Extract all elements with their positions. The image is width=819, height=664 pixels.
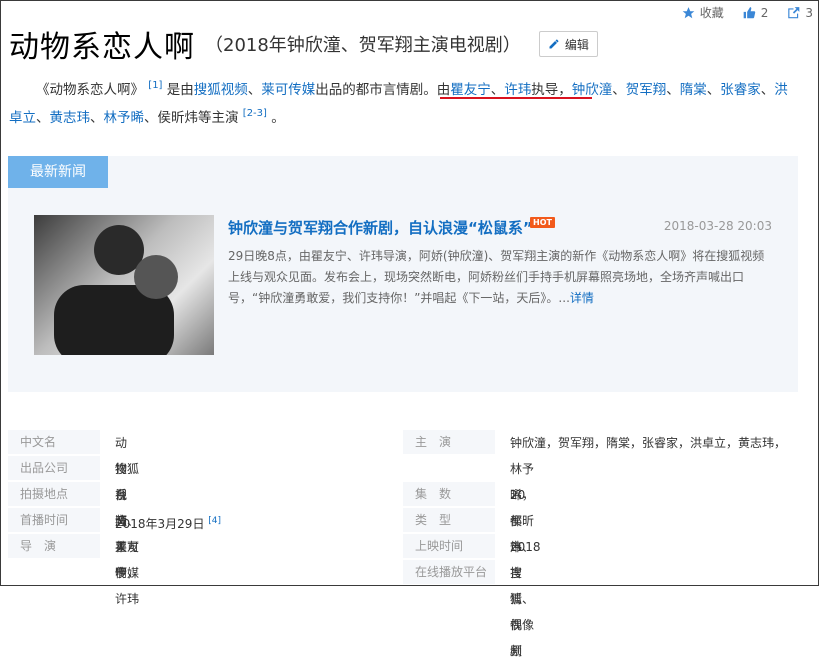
annotation-underline xyxy=(440,97,592,99)
hot-badge: HOT xyxy=(530,217,555,228)
share-icon xyxy=(788,6,800,18)
summary-text: 执导， xyxy=(531,82,572,98)
info-value: 钟欣潼，贺军翔，隋棠，张睿家，洪卓立，黄志玮， xyxy=(510,436,787,450)
info-label: 上映时间 xyxy=(403,534,495,558)
news-date: 2018-03-28 20:03 xyxy=(663,219,772,233)
news-body-text: 29日晚8点，由瞿友宁、许玮导演，阿娇(钟欣潼)、贺军翔主演的新作《动物系恋人啊… xyxy=(228,249,765,305)
info-value: 2018年3月29日 [4] xyxy=(115,508,221,537)
separator: 、 xyxy=(666,82,680,98)
news-tab-bar: 最新新闻 xyxy=(8,156,798,189)
info-value: 20 xyxy=(510,488,526,502)
top-actions: 收藏 2 3 xyxy=(681,4,813,21)
star-icon xyxy=(682,6,695,18)
news-more-link[interactable]: 详情 xyxy=(570,291,594,305)
news-body: 29日晚8点，由瞿友宁、许玮导演，阿娇(钟欣潼)、贺军翔主演的新作《动物系恋人啊… xyxy=(228,246,768,309)
share-count: 3 xyxy=(805,5,813,20)
link-actor-huang[interactable]: 黄志玮 xyxy=(50,110,91,126)
info-label: 出品公司 xyxy=(8,456,100,480)
summary-paragraph: 《动物系恋人啊》 [1] 是由搜狐视频、莱可传媒出品的都市言情剧。由瞿友宁、许玮… xyxy=(9,74,789,130)
edit-button[interactable]: 编辑 xyxy=(538,31,598,57)
title-row: 动物系恋人啊 （2018年钟欣潼、贺军翔主演电视剧） 编辑 xyxy=(9,22,598,66)
info-value-text: 2018年3月29日 xyxy=(115,517,205,531)
info-value: 瞿友宁，许玮 xyxy=(115,540,140,606)
separator: 、 xyxy=(760,82,775,98)
summary-text: 是由 xyxy=(166,82,194,98)
separator: 、 xyxy=(90,110,104,126)
page-subtitle: （2018年钟欣潼、贺军翔主演电视剧） xyxy=(205,35,521,56)
link-actor-zhong[interactable]: 钟欣潼 xyxy=(572,82,613,98)
reference-4[interactable]: [4] xyxy=(208,516,221,526)
separator: 、 xyxy=(706,82,721,98)
news-card: 钟欣潼与贺军翔合作新剧，自认浪漫“松鼠系” HOT 2018-03-28 20:… xyxy=(8,188,798,392)
summary-text: 、侯昕炜等主演 xyxy=(144,110,239,126)
info-label: 类 型 xyxy=(403,508,495,532)
info-label: 首播时间 xyxy=(8,508,100,532)
separator: 、 xyxy=(36,110,50,126)
info-label: 在线播放平台 xyxy=(403,560,495,584)
page-title: 动物系恋人啊 xyxy=(9,30,195,65)
separator: 、 xyxy=(612,82,626,98)
tab-latest-news[interactable]: 最新新闻 xyxy=(8,156,108,189)
info-label: 拍摄地点 xyxy=(8,482,100,506)
edit-label: 编辑 xyxy=(564,37,589,52)
link-actor-lin[interactable]: 林予晞 xyxy=(104,110,145,126)
news-title-link[interactable]: 钟欣潼与贺军翔合作新剧，自认浪漫“松鼠系” xyxy=(228,217,533,238)
like-count: 2 xyxy=(760,5,769,20)
reference-1[interactable]: [1] xyxy=(148,80,162,91)
share-button[interactable]: 3 xyxy=(786,4,813,21)
info-label: 中文名 xyxy=(8,430,100,454)
link-keke-media[interactable]: 莱可传媒 xyxy=(261,82,315,98)
summary-text: 。 xyxy=(271,110,285,126)
pencil-icon xyxy=(549,39,559,49)
favorite-button[interactable]: 收藏 xyxy=(681,4,724,21)
separator: 、 xyxy=(247,82,262,98)
favorite-label: 收藏 xyxy=(699,6,724,20)
info-label: 集 数 xyxy=(403,482,495,506)
like-button[interactable]: 2 xyxy=(742,4,769,21)
separator: 、 xyxy=(490,82,505,98)
news-thumbnail[interactable] xyxy=(34,215,214,355)
link-actor-zhang[interactable]: 张睿家 xyxy=(720,82,761,98)
link-director-qu[interactable]: 瞿友宁 xyxy=(450,82,491,98)
link-actor-sui[interactable]: 隋棠 xyxy=(680,82,707,98)
info-label: 导 演 xyxy=(8,534,100,558)
info-value: 2018 xyxy=(510,540,541,554)
reference-2-3[interactable]: [2-3] xyxy=(243,108,267,119)
summary-text: 出品的都市言情剧。由 xyxy=(315,82,451,98)
info-label: 主 演 xyxy=(403,430,495,454)
summary-text: 《动物系恋人啊》 xyxy=(36,82,144,98)
link-director-xu[interactable]: 许玮 xyxy=(504,82,531,98)
link-actor-he[interactable]: 贺军翔 xyxy=(626,82,667,98)
thumbnail-shape xyxy=(134,255,178,299)
link-sohu-video[interactable]: 搜狐视频 xyxy=(194,82,248,98)
thumbs-up-icon xyxy=(743,6,755,18)
info-value: 搜狐视频 xyxy=(510,566,523,658)
